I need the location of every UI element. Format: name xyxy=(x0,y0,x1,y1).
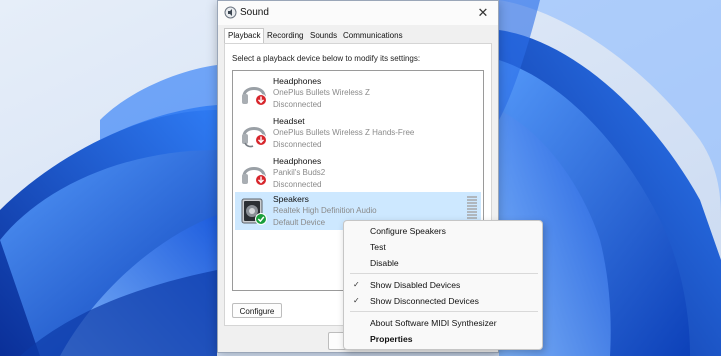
menu-separator xyxy=(350,273,538,274)
menu-item-about-midi[interactable]: About Software MIDI Synthesizer xyxy=(370,318,497,328)
tab-recording[interactable]: Recording xyxy=(264,29,306,43)
device-name: Headphones xyxy=(273,76,322,86)
checkmark-icon: ✓ xyxy=(353,296,360,305)
speaker-app-icon xyxy=(224,6,237,19)
device-description: Realtek High Definition Audio xyxy=(273,206,377,215)
device-description: Pankil's Buds2 xyxy=(273,168,326,177)
menu-item-show-disabled-devices[interactable]: Show Disabled Devices xyxy=(370,280,460,290)
window-title: Sound xyxy=(240,7,269,18)
tab-playback[interactable]: Playback xyxy=(224,28,265,44)
device-name: Speakers xyxy=(273,194,309,204)
close-button[interactable]: ✕ xyxy=(468,1,498,25)
device-status: Disconnected xyxy=(273,100,322,109)
device-item[interactable]: Headphones Pankil's Buds2 Disconnected xyxy=(235,154,481,192)
menu-item-disable[interactable]: Disable xyxy=(370,258,399,268)
device-status: Default Device xyxy=(273,218,326,227)
context-menu: Configure Speakers Test Disable ✓ Show D… xyxy=(343,220,543,350)
device-name: Headset xyxy=(273,116,305,126)
checkmark-icon: ✓ xyxy=(353,280,360,289)
tab-strip: Playback Recording Sounds Communications xyxy=(224,28,494,44)
menu-item-properties[interactable]: Properties xyxy=(370,334,413,344)
device-item[interactable]: Headphones OnePlus Bullets Wireless Z Di… xyxy=(235,74,481,112)
menu-item-configure-speakers[interactable]: Configure Speakers xyxy=(370,226,446,236)
device-status: Disconnected xyxy=(273,140,322,149)
title-bar[interactable]: Sound ✕ xyxy=(218,1,498,25)
device-name: Headphones xyxy=(273,156,322,166)
configure-button[interactable]: Configure xyxy=(232,303,282,318)
device-status: Disconnected xyxy=(273,180,322,189)
menu-separator xyxy=(350,311,538,312)
instruction-text: Select a playback device below to modify… xyxy=(232,54,421,63)
headphones-icon xyxy=(242,167,267,186)
tab-sounds[interactable]: Sounds xyxy=(307,29,340,43)
device-description: OnePlus Bullets Wireless Z Hands-Free xyxy=(273,128,415,137)
device-item[interactable]: Headset OnePlus Bullets Wireless Z Hands… xyxy=(235,114,481,152)
device-description: OnePlus Bullets Wireless Z xyxy=(273,88,370,97)
headset-icon xyxy=(242,127,267,148)
tab-communications[interactable]: Communications xyxy=(340,29,406,43)
menu-item-test[interactable]: Test xyxy=(370,242,386,252)
headphones-icon xyxy=(242,87,267,106)
speaker-icon xyxy=(241,198,267,225)
menu-item-show-disconnected-devices[interactable]: Show Disconnected Devices xyxy=(370,296,479,306)
